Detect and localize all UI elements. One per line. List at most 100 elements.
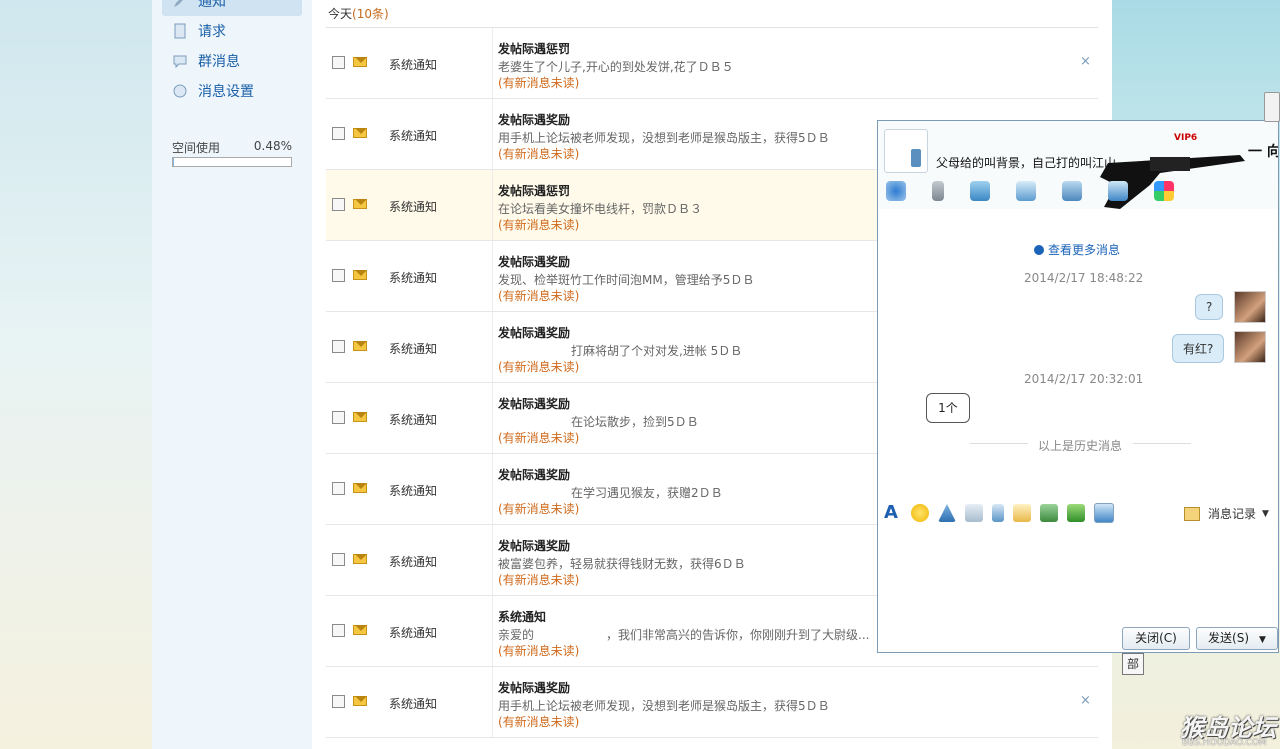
unread-indicator: (有新消息未读) (498, 147, 580, 161)
page-scrollbar-thumb[interactable] (1264, 92, 1280, 122)
video-call-icon[interactable] (886, 181, 906, 201)
voice-message-icon[interactable] (992, 504, 1004, 522)
envelope-icon (353, 57, 367, 67)
row-checkbox[interactable] (332, 198, 345, 211)
chevron-down-icon: ▼ (1262, 508, 1269, 519)
message-history-button[interactable]: 消息记录 ▼ (1184, 505, 1269, 522)
watermark-url: BBS.HOUDAO.COM (1182, 738, 1267, 748)
row-checkbox[interactable] (332, 127, 345, 140)
sidebar-item-message-settings[interactable]: 消息设置 (162, 76, 302, 106)
row-body: 发现、检举斑竹工作时间泡MM，管理给予5ＤＢ (498, 273, 755, 287)
row-body: 在论坛看美女撞坏电线杆，罚款ＤＢ３ (498, 202, 703, 216)
row-sender: 系统通知 (389, 626, 438, 640)
row-body: 老婆生了个儿子,开心的到处发饼,花了ＤＢ５ (498, 60, 734, 74)
row-title[interactable]: 发帖际遇奖励 (498, 395, 570, 412)
chat-window: 父母给的叫背景，自己打的叫江山 VIP6 一 向 查看更多消息 2014/2/1… (877, 120, 1279, 653)
divider (1133, 443, 1191, 444)
row-body: 用手机上论坛被老师发现，没想到老师是猴岛版主，获得5ＤＢ (498, 699, 830, 713)
settings-circle-icon (172, 83, 188, 99)
row-body: 被富婆包养，轻易就获得钱财无数，获得6ＤＢ (498, 557, 746, 571)
contact-avatar[interactable] (884, 129, 928, 173)
row-checkbox[interactable] (332, 553, 345, 566)
row-title[interactable]: 发帖际遇奖励 (498, 111, 570, 128)
shake-icon[interactable] (938, 504, 956, 522)
divider (492, 241, 493, 311)
space-usage-fill (173, 158, 174, 166)
remote-desktop-icon[interactable] (1062, 181, 1082, 201)
row-body: 在论坛散步，捡到5ＤＢ (571, 415, 699, 429)
row-body: 打麻将胡了个对对发,进帐 5ＤＢ (571, 344, 743, 358)
emoji-icon[interactable] (911, 504, 929, 522)
sidebar-item-notifications[interactable]: 通知 (162, 0, 302, 16)
row-title[interactable]: 发帖际遇奖励 (498, 253, 570, 270)
row-title[interactable]: 发帖际遇惩罚 (498, 40, 570, 57)
screenshot-icon[interactable] (1094, 503, 1114, 523)
sent-message-bubble: ? (1195, 294, 1224, 320)
sent-message-bubble: 有红? (1172, 334, 1225, 363)
microphone-icon[interactable] (932, 181, 944, 201)
unread-indicator: (有新消息未读) (498, 360, 580, 374)
space-usage-value: 0.48% (253, 139, 292, 153)
row-title[interactable]: 发帖际遇奖励 (498, 679, 570, 696)
send-options-chevron-icon[interactable]: ▼ (1259, 635, 1266, 645)
row-checkbox[interactable] (332, 269, 345, 282)
mobile-phone-icon (911, 149, 921, 167)
divider (492, 170, 493, 240)
envelope-icon (353, 483, 367, 493)
image-icon[interactable] (1040, 504, 1058, 522)
row-checkbox[interactable] (332, 340, 345, 353)
sidebar-item-group-messages[interactable]: 群消息 (162, 46, 302, 76)
film-icon[interactable] (965, 504, 983, 522)
divider (492, 667, 493, 737)
envelope-icon (353, 341, 367, 351)
table-row[interactable]: 系统通知 发帖际遇惩罚 老婆生了个儿子,开心的到处发饼,花了ＤＢ５ (有新消息未读) × (326, 28, 1098, 99)
note-icon[interactable] (1013, 504, 1031, 522)
envelope-icon (353, 412, 367, 422)
row-title[interactable]: 系统通知 (498, 608, 546, 625)
row-checkbox[interactable] (332, 56, 345, 69)
pencil-icon (172, 0, 188, 9)
recharge-icon[interactable] (1067, 504, 1085, 522)
envelope-icon (353, 625, 367, 635)
user-avatar (1234, 291, 1266, 323)
row-checkbox[interactable] (332, 411, 345, 424)
table-row[interactable]: 系统通知 发帖际遇奖励 用手机上论坛被老师发现，没想到老师是猴岛版主，获得5ＤＢ (有… (326, 667, 1098, 738)
envelope-icon (353, 696, 367, 706)
envelope-icon (353, 128, 367, 138)
close-button[interactable]: 关闭(C) (1122, 627, 1190, 650)
unread-indicator: (有新消息未读) (498, 502, 580, 516)
unread-indicator: (有新消息未读) (498, 218, 580, 232)
add-group-icon[interactable] (1016, 181, 1036, 201)
row-checkbox[interactable] (332, 482, 345, 495)
unread-indicator: (有新消息未读) (498, 644, 580, 658)
sidebar-item-label: 通知 (198, 0, 226, 10)
font-icon[interactable]: A (884, 504, 902, 522)
divider (492, 312, 493, 382)
send-button[interactable]: 发送(S) ▼ (1196, 627, 1278, 650)
divider (970, 443, 1028, 444)
view-more-messages-link[interactable]: 查看更多消息 (1034, 241, 1120, 258)
row-title[interactable]: 发帖际遇奖励 (498, 324, 570, 341)
row-title[interactable]: 发帖际遇奖励 (498, 537, 570, 554)
unread-indicator: (有新消息未读) (498, 715, 580, 729)
delete-icon[interactable]: × (1080, 54, 1091, 69)
divider (492, 596, 493, 666)
delete-icon[interactable]: × (1080, 693, 1091, 708)
row-sender: 系统通知 (389, 484, 438, 498)
divider (492, 454, 493, 524)
message-history-label: 消息记录 (1208, 507, 1257, 521)
unread-indicator: (有新消息未读) (498, 573, 580, 587)
share-screen-icon[interactable] (1108, 181, 1128, 201)
sidebar-item-requests[interactable]: 请求 (162, 16, 302, 46)
row-checkbox[interactable] (332, 624, 345, 637)
row-checkbox[interactable] (332, 695, 345, 708)
header-trailing-text: 一 向 (1248, 144, 1279, 160)
divider (492, 28, 493, 98)
apps-icon[interactable] (1154, 181, 1174, 201)
row-title[interactable]: 发帖际遇奖励 (498, 466, 570, 483)
divider (492, 525, 493, 595)
received-message-bubble: 1个 (926, 393, 970, 423)
row-body: 在学习遇见猴友，获赠2ＤＢ (571, 486, 723, 500)
row-title[interactable]: 发帖际遇惩罚 (498, 182, 570, 199)
file-transfer-icon[interactable] (970, 181, 990, 201)
